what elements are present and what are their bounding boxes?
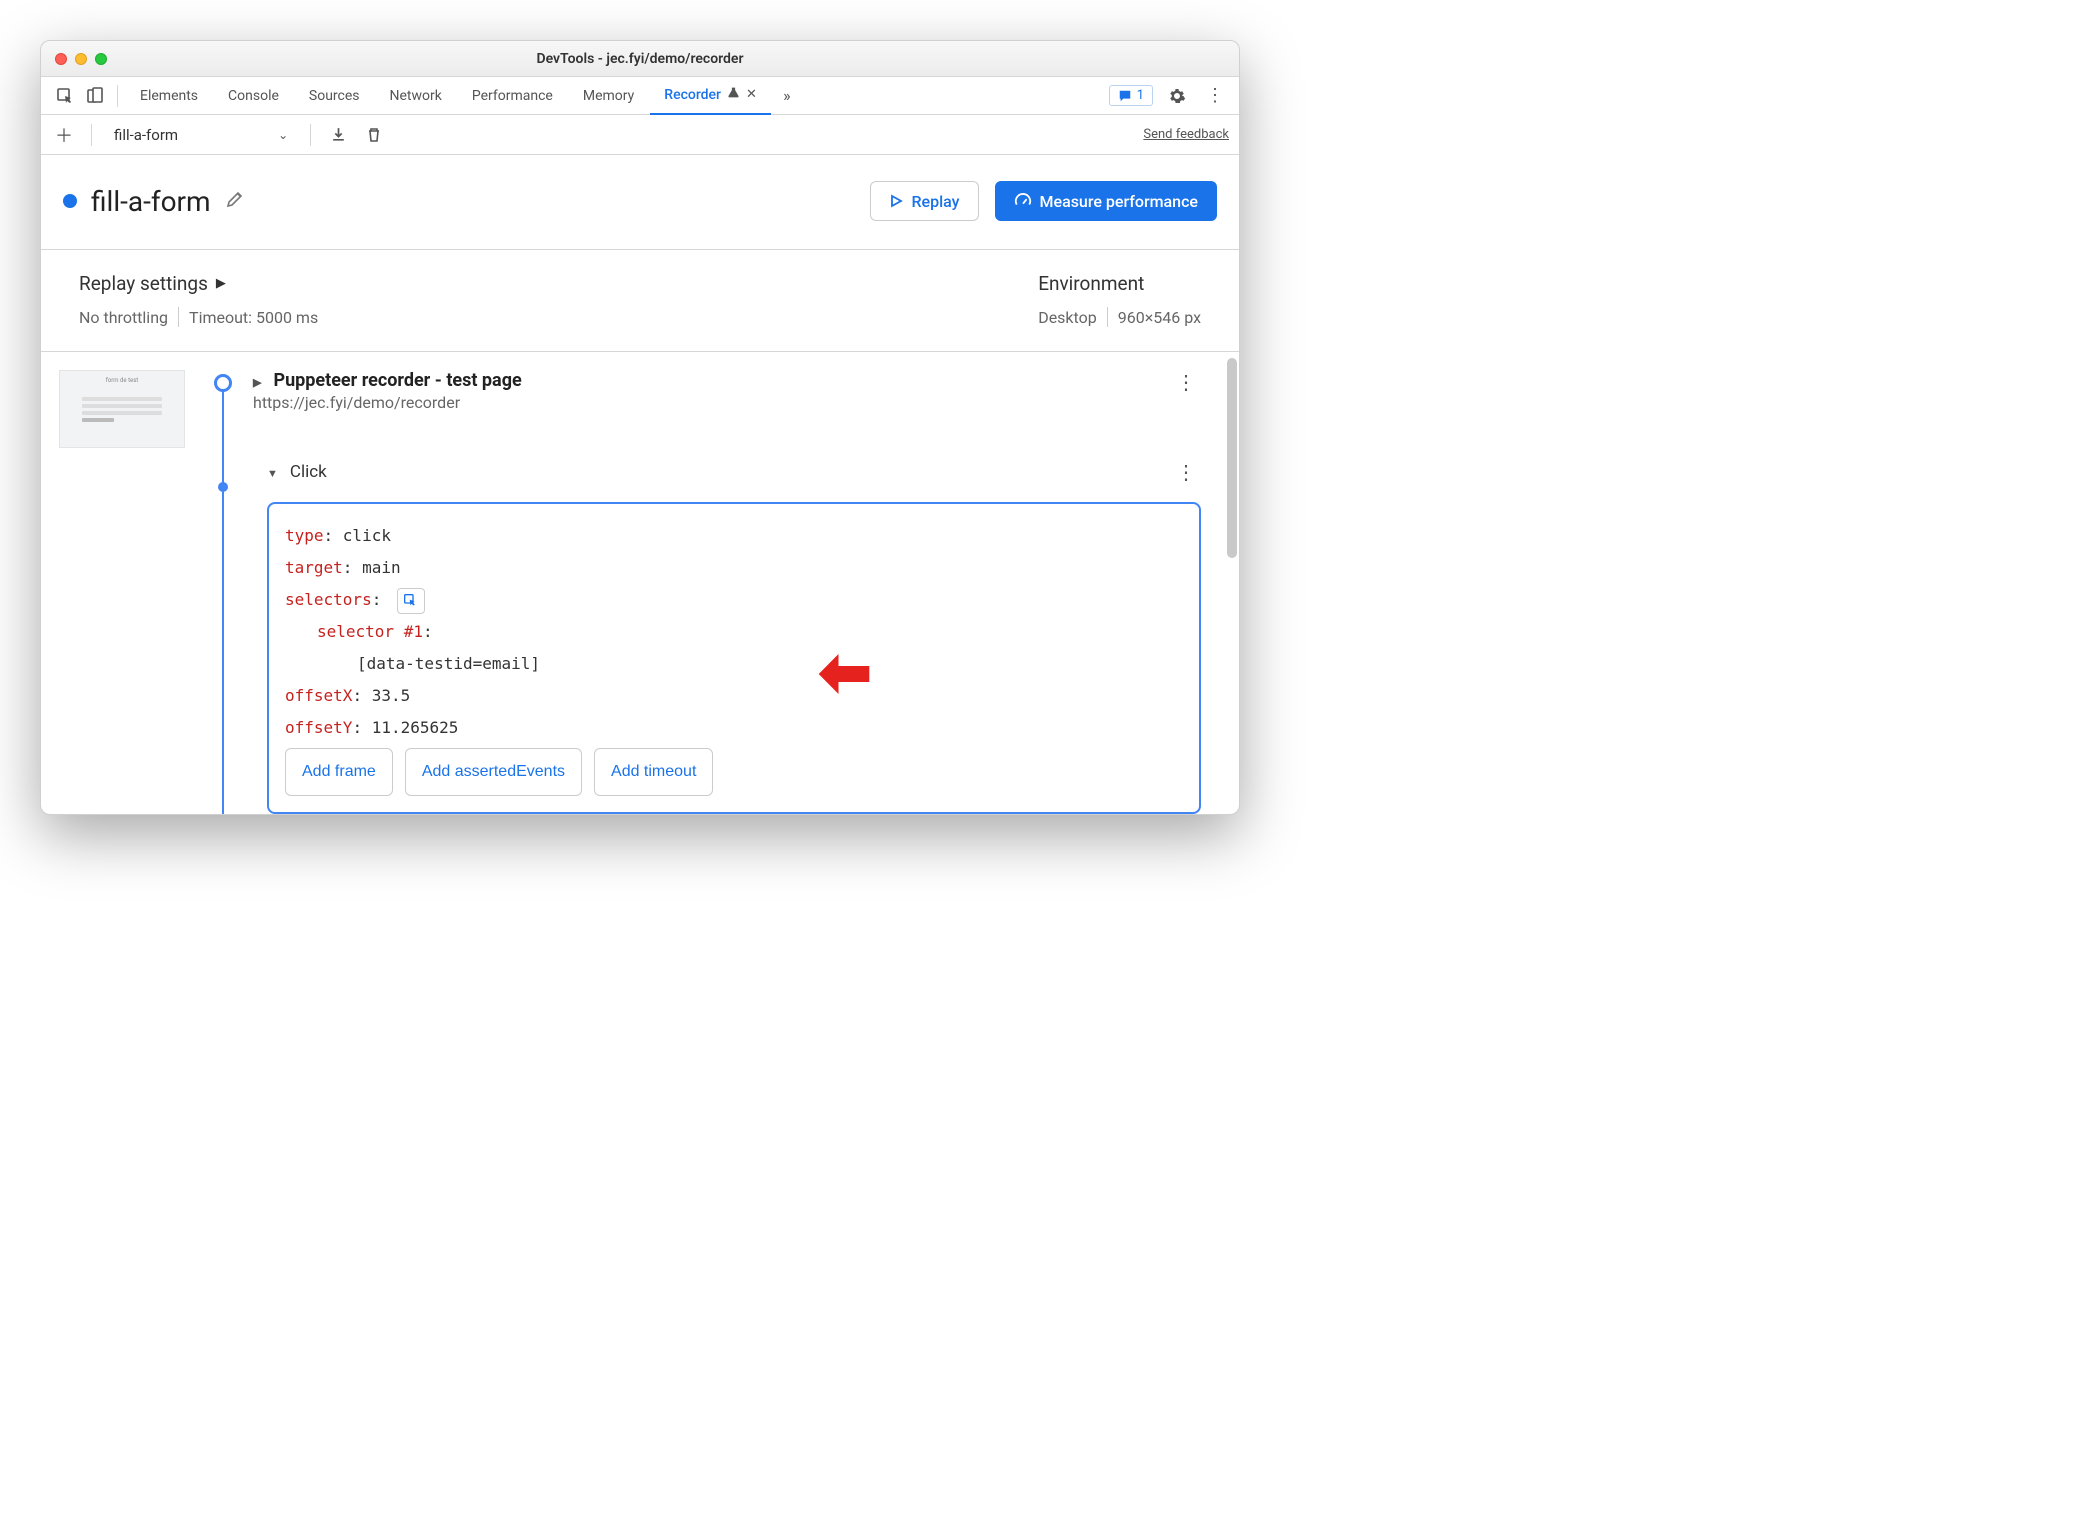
divider — [117, 85, 118, 107]
close-tab-icon[interactable]: ✕ — [746, 87, 757, 102]
key-type: type — [285, 526, 324, 545]
inspect-element-icon[interactable] — [51, 82, 79, 110]
panel-tabstrip: Elements Console Sources Network Perform… — [41, 77, 1239, 115]
expand-icon[interactable] — [253, 370, 265, 391]
settings-gear-icon[interactable] — [1163, 82, 1191, 110]
export-icon[interactable] — [325, 122, 351, 148]
throttling-value[interactable]: No throttling — [79, 308, 168, 327]
play-icon — [889, 194, 903, 208]
chevron-down-icon: ⌄ — [278, 128, 288, 142]
issues-badge[interactable]: 1 — [1109, 85, 1153, 106]
step-navigate[interactable]: Puppeteer recorder - test page https://j… — [253, 370, 1201, 412]
devtools-window: DevTools - jec.fyi/demo/recorder Element… — [40, 40, 1240, 815]
replay-settings-label: Replay settings — [79, 272, 208, 295]
value-offsety[interactable]: 11.265625 — [372, 718, 459, 737]
delete-icon[interactable] — [361, 122, 387, 148]
page-thumbnail: form de test — [59, 370, 185, 448]
step-url: https://jec.fyi/demo/recorder — [253, 393, 522, 412]
timeline: Puppeteer recorder - test page https://j… — [213, 370, 1229, 814]
add-asserted-events-button[interactable]: Add assertedEvents — [405, 748, 582, 796]
divider — [178, 307, 179, 327]
replay-settings-toggle[interactable]: Replay settings ▶ — [79, 272, 318, 295]
timeline-start-node — [214, 374, 232, 392]
key-selectors: selectors — [285, 590, 372, 609]
recorder-toolbar: ＋ fill-a-form ⌄ Send feedback — [41, 115, 1239, 155]
send-feedback-link[interactable]: Send feedback — [1143, 127, 1229, 142]
replay-label: Replay — [911, 192, 959, 211]
timeline-step-node — [218, 482, 228, 492]
recording-selector-value: fill-a-form — [114, 126, 178, 144]
tab-elements[interactable]: Elements — [126, 77, 212, 115]
issues-icon — [1118, 89, 1132, 103]
recording-title: fill-a-form — [91, 185, 211, 218]
step-menu-icon[interactable]: ⋮ — [1176, 460, 1201, 484]
tab-recorder[interactable]: Recorder ✕ — [650, 77, 771, 115]
annotation-arrow-icon — [817, 652, 872, 706]
step-menu-icon[interactable]: ⋮ — [1176, 370, 1201, 394]
gauge-icon — [1014, 192, 1032, 210]
value-type[interactable]: click — [343, 526, 391, 545]
tab-recorder-label: Recorder — [664, 87, 721, 103]
replay-button[interactable]: Replay — [870, 181, 978, 221]
settings-bar: Replay settings ▶ No throttling Timeout:… — [41, 250, 1239, 352]
tab-performance[interactable]: Performance — [458, 77, 567, 115]
viewport-value: 960×546 px — [1118, 308, 1201, 327]
divider — [1107, 307, 1108, 327]
measure-performance-button[interactable]: Measure performance — [995, 181, 1218, 221]
measure-label: Measure performance — [1040, 192, 1199, 211]
status-dot-icon — [63, 194, 77, 208]
step-click: Click ⋮ type: click target: main selecto… — [267, 460, 1201, 814]
value-offsetx[interactable]: 33.5 — [372, 686, 411, 705]
divider — [310, 124, 311, 146]
device-toolbar-icon[interactable] — [81, 82, 109, 110]
tab-network[interactable]: Network — [376, 77, 456, 115]
environment-label: Environment — [1038, 272, 1201, 295]
step-details-panel: type: click target: main selectors: sele… — [267, 502, 1201, 814]
tab-sources[interactable]: Sources — [295, 77, 374, 115]
divider — [91, 124, 92, 146]
steps-area: form de test Puppeteer recorder - test p… — [41, 352, 1239, 814]
window-title: DevTools - jec.fyi/demo/recorder — [41, 51, 1239, 67]
collapse-icon[interactable] — [267, 462, 282, 482]
timeline-rail — [222, 380, 224, 814]
step-title: Puppeteer recorder - test page — [273, 370, 521, 391]
recording-header: fill-a-form Replay Measure performance — [41, 155, 1239, 250]
step-click-header[interactable]: Click — [267, 462, 327, 482]
tab-memory[interactable]: Memory — [569, 77, 648, 115]
chevron-right-icon: ▶ — [216, 276, 226, 291]
issues-count: 1 — [1137, 88, 1144, 103]
value-selector-1[interactable]: [data-testid=email] — [357, 654, 540, 673]
tab-console[interactable]: Console — [214, 77, 293, 115]
experiment-icon — [727, 86, 740, 103]
add-frame-button[interactable]: Add frame — [285, 748, 393, 796]
add-timeout-button[interactable]: Add timeout — [594, 748, 713, 796]
recording-selector[interactable]: fill-a-form ⌄ — [106, 122, 296, 148]
kebab-menu-icon[interactable]: ⋮ — [1201, 82, 1229, 110]
key-selector-1: selector #1 — [317, 622, 423, 641]
device-value: Desktop — [1038, 308, 1097, 327]
scrollbar[interactable] — [1227, 358, 1237, 558]
edit-name-icon[interactable] — [225, 189, 245, 213]
value-target[interactable]: main — [362, 558, 401, 577]
key-offsetx: offsetX — [285, 686, 352, 705]
new-recording-button[interactable]: ＋ — [51, 122, 77, 148]
titlebar: DevTools - jec.fyi/demo/recorder — [41, 41, 1239, 77]
step-click-label: Click — [290, 462, 327, 482]
more-tabs-icon[interactable]: » — [773, 82, 801, 110]
key-target: target — [285, 558, 343, 577]
key-offsety: offsetY — [285, 718, 352, 737]
timeout-value[interactable]: Timeout: 5000 ms — [189, 308, 318, 327]
selector-picker-button[interactable] — [397, 588, 425, 614]
